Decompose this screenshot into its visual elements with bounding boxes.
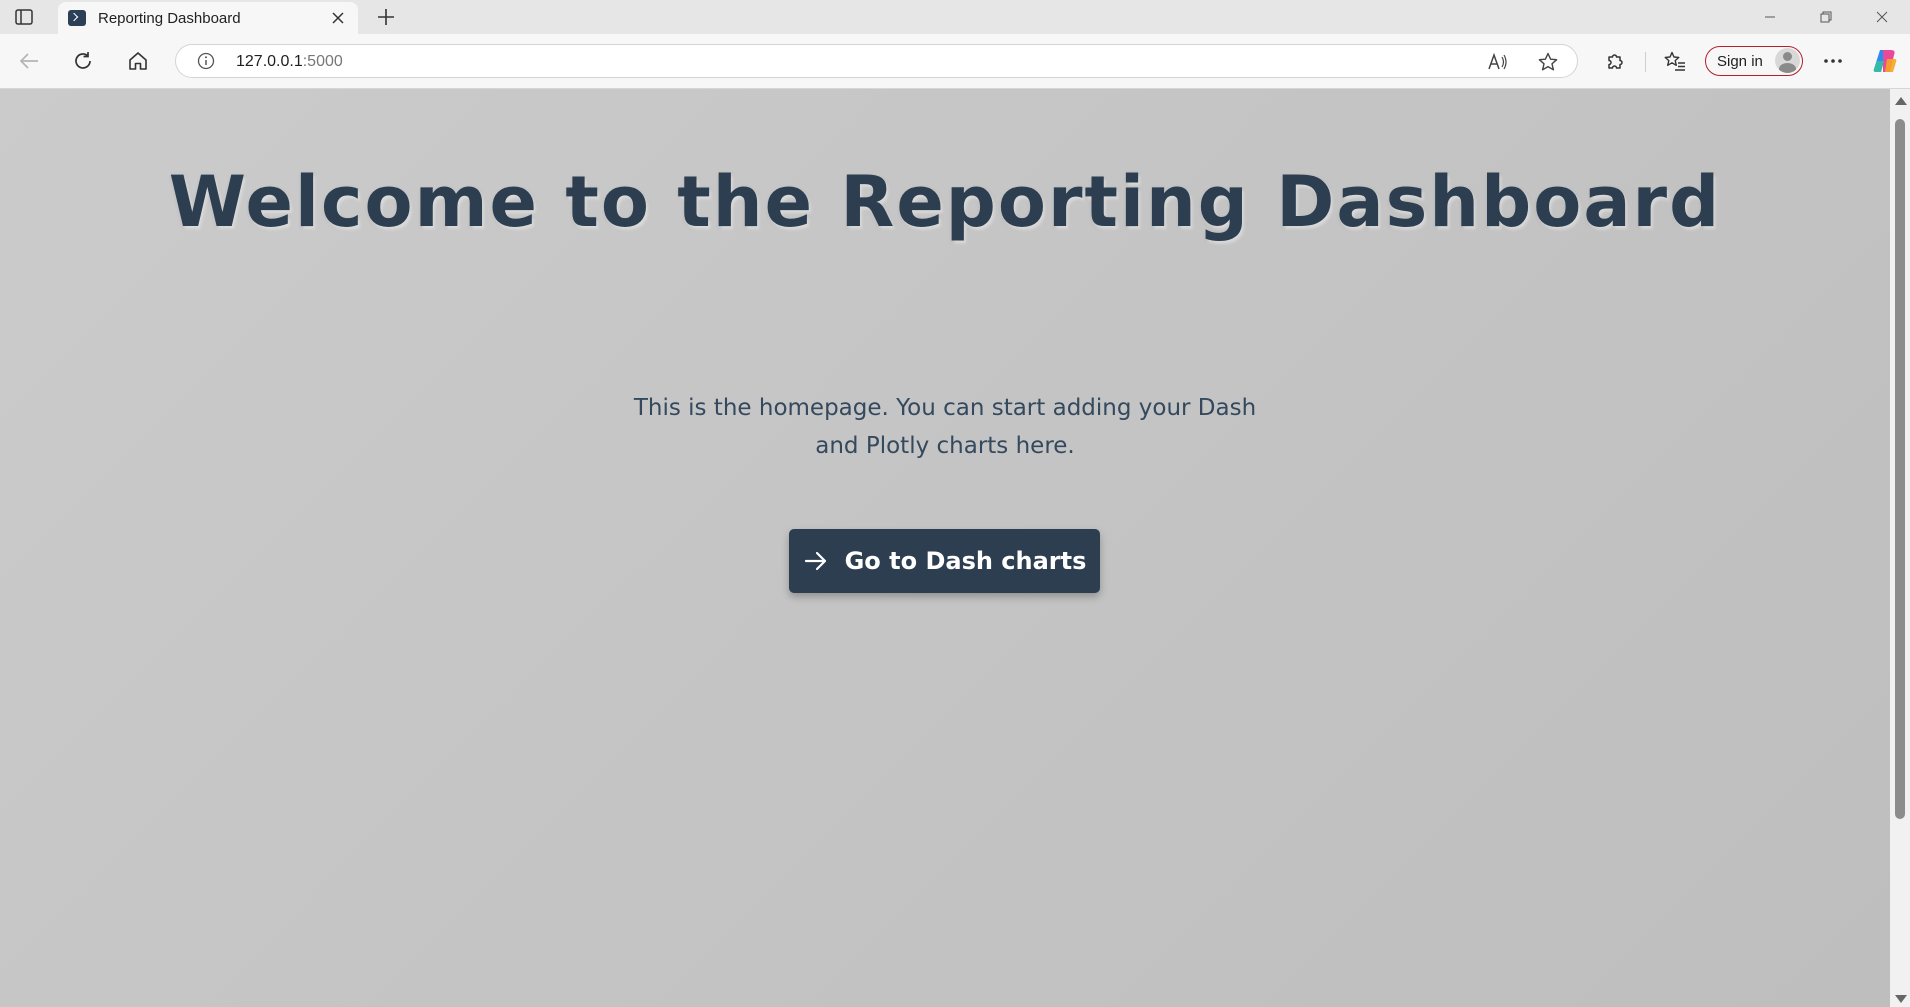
plus-icon[interactable] [372,4,400,30]
favorites-list-icon[interactable] [1658,46,1692,76]
tab-strip: Reporting Dashboard [0,0,1910,34]
url-host: 127.0.0.1 [236,53,303,70]
url-port: :5000 [302,53,343,70]
home-icon[interactable] [121,46,155,76]
address-bar[interactable]: 127.0.0.1:5000 [175,44,1578,78]
tab-reporting-dashboard[interactable]: Reporting Dashboard [58,2,358,34]
more-icon[interactable] [1816,46,1850,76]
terminal-favicon-icon [68,10,86,26]
address-url: 127.0.0.1:5000 [236,53,343,71]
copilot-icon[interactable] [1868,46,1902,76]
scroll-down-icon[interactable] [1895,995,1907,1003]
window-close-icon[interactable] [1854,0,1910,34]
sign-in-button[interactable]: Sign in [1705,46,1803,76]
puzzle-icon[interactable] [1598,46,1632,76]
minimize-icon[interactable] [1742,0,1798,34]
toolbar-separator [1645,52,1646,72]
read-aloud-icon[interactable] [1487,51,1509,73]
back-arrow-icon[interactable] [12,46,46,76]
page-title: Welcome to the Reporting Dashboard [168,161,1722,243]
star-icon[interactable] [1537,51,1559,73]
intro-text: This is the homepage. You can start addi… [633,395,1257,459]
sign-in-label: Sign in [1717,52,1763,70]
scrollbar-thumb[interactable] [1895,119,1905,819]
go-to-dash-charts-button[interactable]: Go to Dash charts [789,529,1100,593]
avatar [1775,48,1800,73]
restore-icon[interactable] [1798,0,1854,34]
arrow-right-icon [803,548,829,574]
vertical-scrollbar[interactable] [1890,89,1910,1007]
refresh-icon[interactable] [66,46,100,76]
scroll-up-icon[interactable] [1895,97,1907,105]
tab-title: Reporting Dashboard [98,9,241,27]
close-icon[interactable] [326,6,350,30]
tab-actions-icon[interactable] [8,4,40,30]
info-icon[interactable] [196,51,216,71]
cta-label: Go to Dash charts [844,547,1087,575]
browser-toolbar: 127.0.0.1:5000 Sign in [0,34,1910,89]
page-body: Welcome to the Reporting Dashboard This … [0,89,1890,1007]
